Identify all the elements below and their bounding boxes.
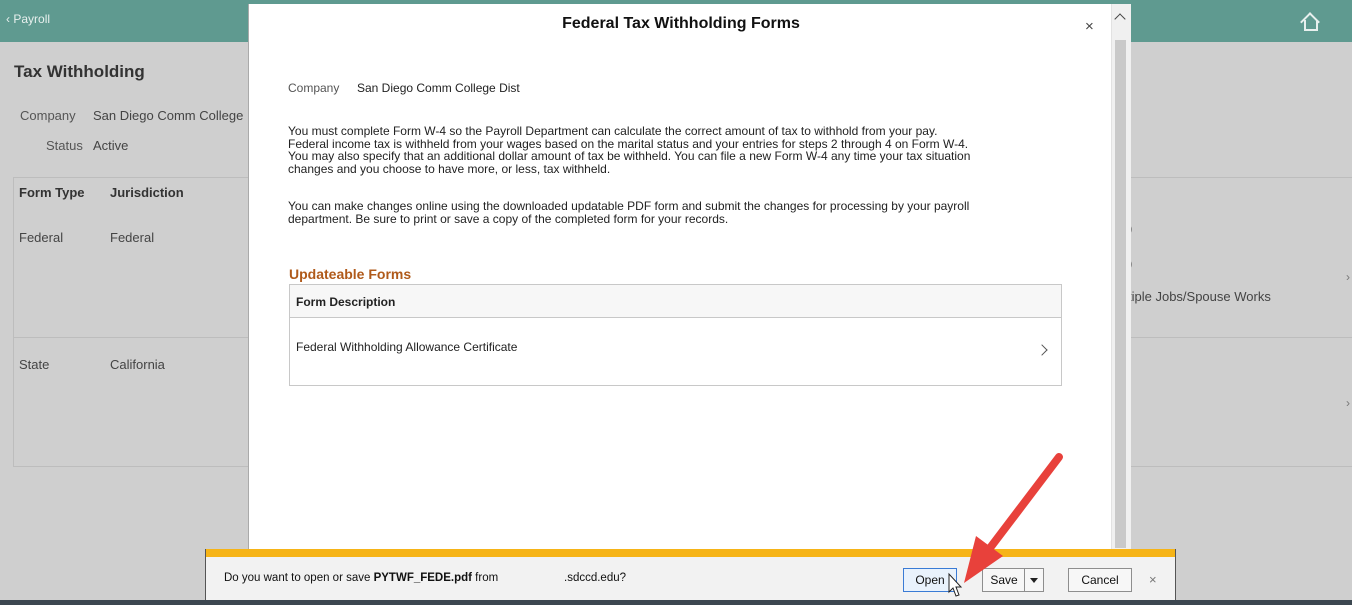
- download-prompt-prefix: Do you want to open or save: [224, 572, 374, 584]
- form-row-label: Federal Withholding Allowance Certificat…: [296, 340, 518, 354]
- form-row-federal-withholding[interactable]: Federal Withholding Allowance Certificat…: [290, 318, 1061, 385]
- col-jurisdiction: Jurisdiction: [110, 185, 184, 200]
- forms-table: Form Description Federal Withholding All…: [289, 284, 1062, 386]
- close-icon[interactable]: ×: [1149, 572, 1157, 587]
- instructions-line: You may also specify that an additional …: [288, 149, 971, 163]
- scroll-up-icon[interactable]: [1114, 12, 1126, 22]
- home-icon[interactable]: [1300, 12, 1320, 31]
- row-state-form-type: State: [19, 357, 50, 372]
- row-federal-jurisdiction: Federal: [110, 230, 155, 245]
- form-description-header: Form Description: [296, 295, 396, 309]
- status-label: Status: [46, 138, 83, 153]
- online-changes-paragraph: You can make changes online using the do…: [288, 200, 1078, 225]
- row-federal-form-type: Federal: [19, 230, 64, 245]
- download-bar-accent: [206, 549, 1175, 557]
- modal-company-value: San Diego Comm College Dist: [357, 81, 520, 95]
- updateable-forms-heading: Updateable Forms: [289, 266, 412, 282]
- instructions-line: You must complete Form W-4 so the Payrol…: [288, 124, 938, 138]
- partial-text: tiple Jobs/Spouse Works: [1128, 289, 1271, 304]
- status-value: Active: [93, 138, 129, 153]
- modal-title: Federal Tax Withholding Forms: [562, 15, 800, 32]
- modal-company-label: Company: [288, 81, 340, 95]
- download-prompt: Do you want to open or save PYTWF_FEDE.p…: [224, 572, 498, 584]
- chevron-right-icon[interactable]: ›: [1346, 396, 1350, 410]
- taskbar-strip: [0, 600, 1352, 605]
- forms-table-header: Form Description: [290, 285, 1061, 318]
- chevron-right-icon: [1036, 344, 1048, 356]
- company-value: San Diego Comm College: [93, 108, 244, 123]
- chevron-right-icon[interactable]: ›: [1346, 270, 1350, 284]
- open-button[interactable]: Open: [903, 568, 957, 592]
- col-form-type: Form Type: [19, 185, 85, 200]
- instructions-paragraph: You must complete Form W-4 so the Payrol…: [288, 125, 1078, 175]
- row-state-jurisdiction: California: [110, 357, 165, 372]
- download-domain: .sdccd.edu?: [564, 572, 627, 584]
- instructions-line: You can make changes online using the do…: [288, 199, 970, 213]
- company-label: Company: [20, 108, 76, 123]
- instructions-line: changes and you choose to have more, or …: [288, 161, 611, 176]
- instructions-line: department. Be sure to print or save a c…: [288, 211, 729, 226]
- download-prompt-from: from: [471, 572, 499, 584]
- modal-body: Company San Diego Comm College Dist You …: [249, 40, 1111, 598]
- page-title: Tax Withholding: [14, 62, 145, 81]
- back-button[interactable]: ‹ Payroll: [6, 12, 50, 26]
- federal-tax-modal: Federal Tax Withholding Forms × Company …: [248, 4, 1131, 598]
- back-label: Payroll: [13, 12, 51, 26]
- cancel-button[interactable]: Cancel: [1068, 568, 1132, 592]
- save-button[interactable]: Save: [982, 568, 1025, 592]
- save-options-dropdown[interactable]: [1024, 568, 1044, 592]
- modal-header: Federal Tax Withholding Forms ×: [249, 4, 1130, 40]
- download-notification-bar: Do you want to open or save PYTWF_FEDE.p…: [205, 549, 1176, 605]
- close-icon[interactable]: ×: [1085, 18, 1094, 35]
- download-filename: PYTWF_FEDE.pdf: [373, 572, 472, 584]
- scrollbar-thumb[interactable]: [1115, 40, 1126, 548]
